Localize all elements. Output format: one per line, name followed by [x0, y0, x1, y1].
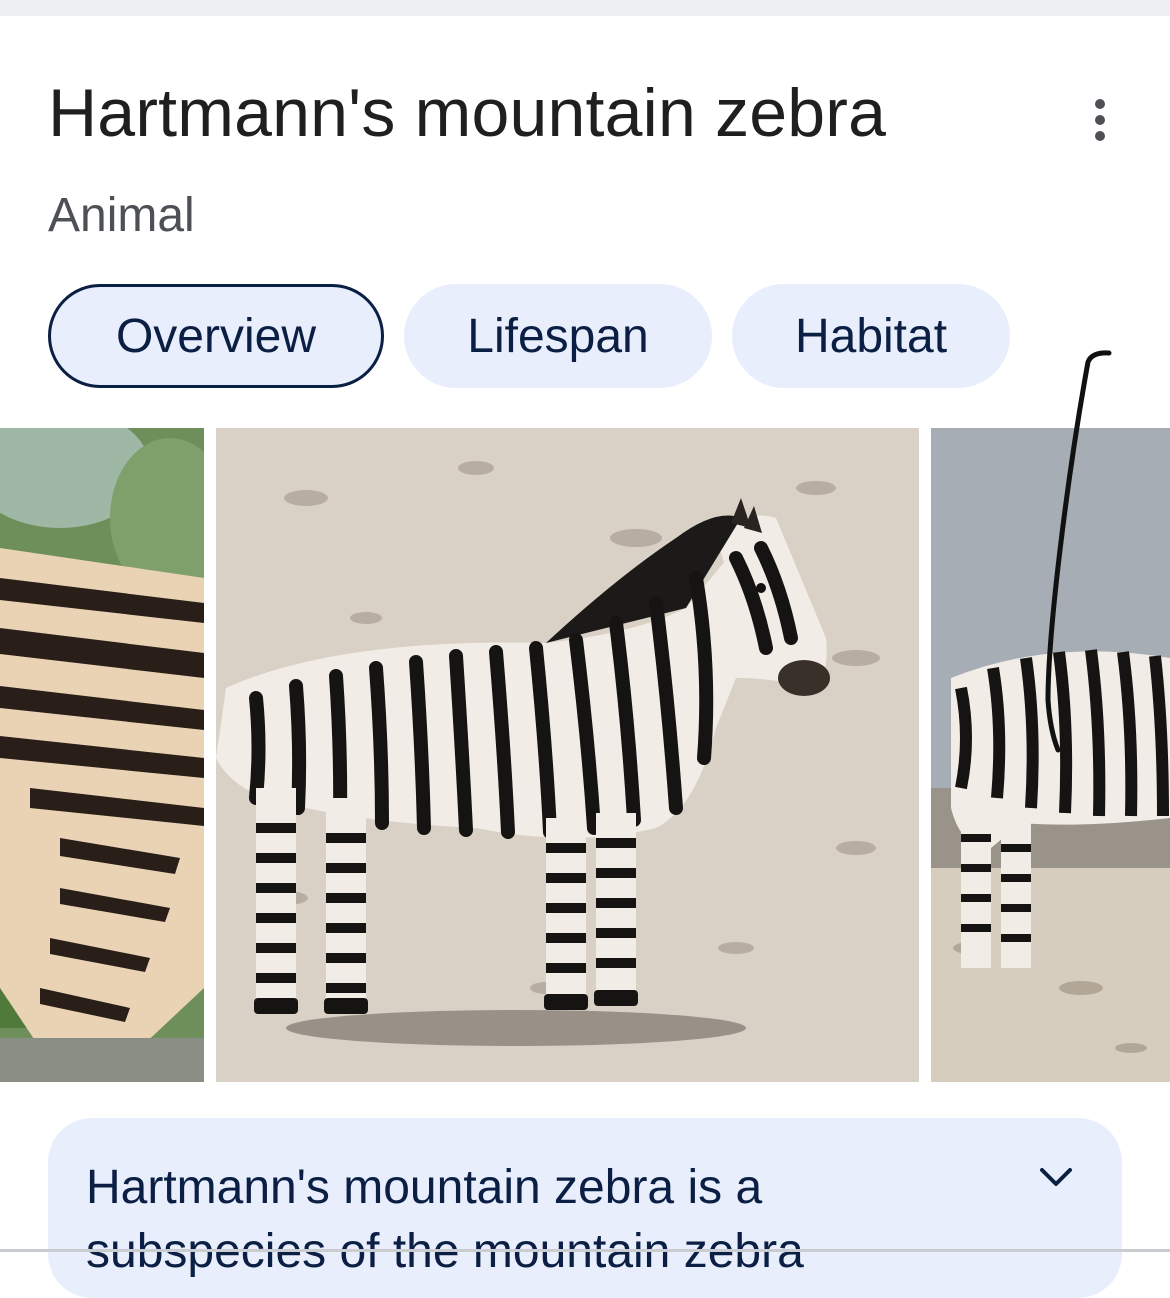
entity-type: Animal	[48, 189, 195, 242]
tab-overview[interactable]: Overview	[48, 284, 384, 388]
entity-title: Hartmann's mountain zebra	[48, 75, 887, 151]
more-vert-icon	[1095, 99, 1105, 109]
more-vert-icon-dot	[1095, 131, 1105, 141]
zebra-photo[interactable]	[216, 428, 919, 1082]
description-text: Hartmann's mountain zebra is a subspecie…	[86, 1161, 804, 1278]
top-divider	[0, 0, 1170, 16]
zebra-photo[interactable]	[0, 428, 204, 1082]
zebra-photo[interactable]	[931, 428, 1170, 1082]
topic-tabs: Overview Lifespan Habitat	[48, 284, 1010, 388]
tab-habitat[interactable]: Habitat	[732, 284, 1010, 388]
description-card[interactable]: Hartmann's mountain zebra is a subspecie…	[48, 1118, 1122, 1298]
more-options-button[interactable]	[1072, 92, 1128, 148]
chevron-down-icon[interactable]	[1034, 1156, 1078, 1200]
image-carousel[interactable]	[0, 428, 1170, 1082]
tab-lifespan[interactable]: Lifespan	[404, 284, 712, 388]
more-vert-icon-dot	[1095, 115, 1105, 125]
